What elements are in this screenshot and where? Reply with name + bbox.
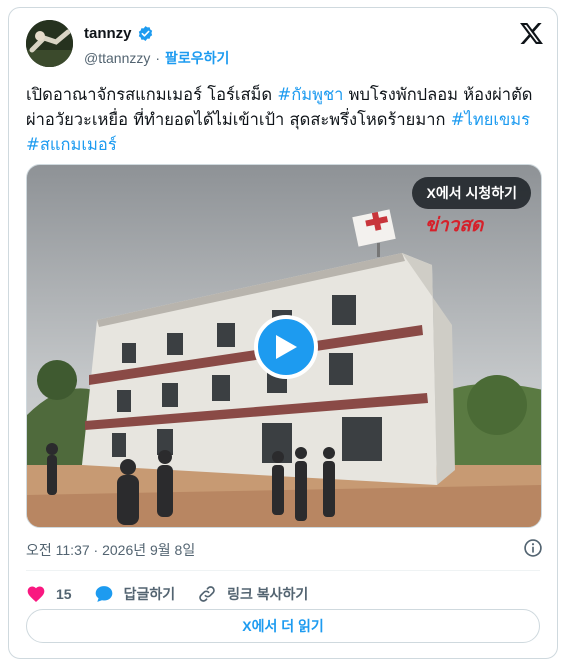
tweet-text: เปิดอาณาจักรสแกมเมอร์ โอร์เสม็ด #กัมพูชา… (26, 82, 544, 157)
play-icon (276, 335, 297, 359)
copy-link-button[interactable]: 링크 복사하기 (197, 584, 308, 604)
link-icon (199, 586, 215, 602)
copy-link-label: 링크 복사하기 (227, 586, 309, 602)
author-name[interactable]: tannzy (84, 25, 132, 42)
like-button[interactable]: 15 (26, 584, 72, 604)
author-handle[interactable]: @ttannzzy (84, 50, 150, 66)
hashtag-link[interactable]: #กัมพูชา (277, 85, 343, 104)
reply-bubble-icon (95, 586, 112, 602)
verified-badge-icon (138, 26, 152, 41)
reply-label: 답글하기 (123, 586, 176, 602)
broadcaster-watermark: ข่าวสด (425, 214, 485, 236)
action-bar: 15 답글하기 링크 복사하기 (26, 581, 330, 607)
play-button[interactable] (254, 315, 318, 379)
info-icon[interactable] (523, 538, 543, 558)
tweet-timestamp[interactable]: 오전 11:37 · 2026년 9월 8일 (26, 540, 195, 560)
hashtag-link[interactable]: #สแกมเมอร์ (26, 135, 117, 154)
video-thumbnail[interactable]: ข่าวสด X에서 시청하기 (26, 164, 542, 528)
divider (26, 570, 540, 571)
avatar[interactable] (26, 20, 73, 67)
watch-on-x-button[interactable]: X에서 시청하기 (412, 177, 531, 209)
tweet-embed-card: tannzy @ttannzzy · 팔로우하기 เปิดอาณาจักรสแก… (8, 7, 558, 659)
follow-button[interactable]: 팔로우하기 (165, 48, 229, 68)
like-count: 15 (56, 586, 72, 602)
hashtag-link[interactable]: #ไทยเขมร (451, 110, 530, 129)
read-more-on-x-button[interactable]: X에서 더 읽기 (26, 609, 540, 643)
separator-dot: · (155, 50, 161, 66)
reply-button[interactable]: 답글하기 (94, 584, 176, 604)
tweet-text-segment: เปิดอาณาจักรสแกมเมอร์ โอร์เสม็ด (26, 85, 278, 104)
heart-icon (27, 586, 45, 602)
x-logo-icon[interactable] (520, 23, 543, 44)
